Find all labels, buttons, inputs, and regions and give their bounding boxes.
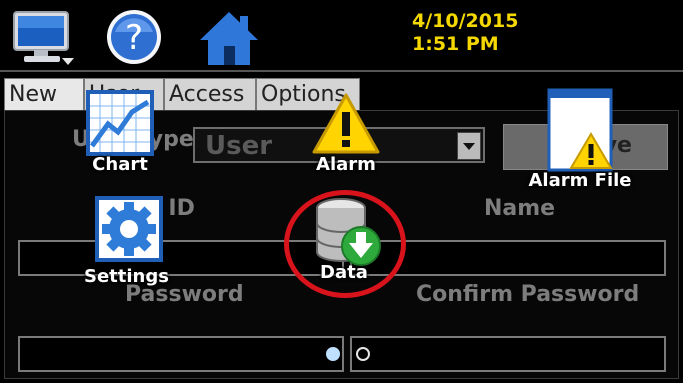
alarm-file-label: Alarm File	[528, 170, 632, 191]
date-text: 4/10/2015	[412, 10, 519, 32]
alarm-file-launcher[interactable]: Alarm File	[520, 88, 640, 191]
confirm-password-field[interactable]	[350, 336, 666, 372]
alarm-file-icon	[520, 88, 640, 176]
alarm-launcher[interactable]: Alarm	[306, 92, 386, 175]
help-icon[interactable]: ?	[105, 8, 163, 66]
chart-launcher[interactable]: Chart	[80, 88, 160, 175]
tab-label: New	[9, 82, 57, 107]
monitor-icon[interactable]	[12, 10, 76, 66]
confirm-password-label: Confirm Password	[416, 282, 640, 307]
chevron-down-icon[interactable]	[457, 132, 481, 160]
highlight-circle	[284, 190, 406, 298]
tab-access[interactable]: Access	[164, 78, 256, 110]
tab-new[interactable]: New	[4, 78, 84, 110]
chart-icon	[80, 88, 160, 162]
date-time-display: 4/10/2015 1:51 PM	[412, 10, 518, 56]
tab-label: Access	[169, 82, 245, 107]
user-type-value: User	[205, 131, 273, 161]
name-label: Name	[484, 196, 556, 221]
settings-launcher[interactable]: Settings	[76, 194, 176, 287]
password-field[interactable]	[18, 336, 344, 372]
top-bar: ? 4/10/2015 1:51 PM	[0, 0, 683, 70]
alarm-warning-icon	[306, 92, 386, 160]
page-dot[interactable]	[356, 347, 370, 361]
time-text: 1:51 PM	[412, 33, 499, 55]
settings-gear-icon	[82, 194, 176, 268]
home-icon[interactable]	[198, 10, 260, 66]
svg-text:?: ?	[125, 18, 143, 58]
settings-label: Settings	[84, 266, 169, 287]
page-dot-active[interactable]	[326, 347, 340, 361]
alarm-label: Alarm	[316, 154, 376, 175]
